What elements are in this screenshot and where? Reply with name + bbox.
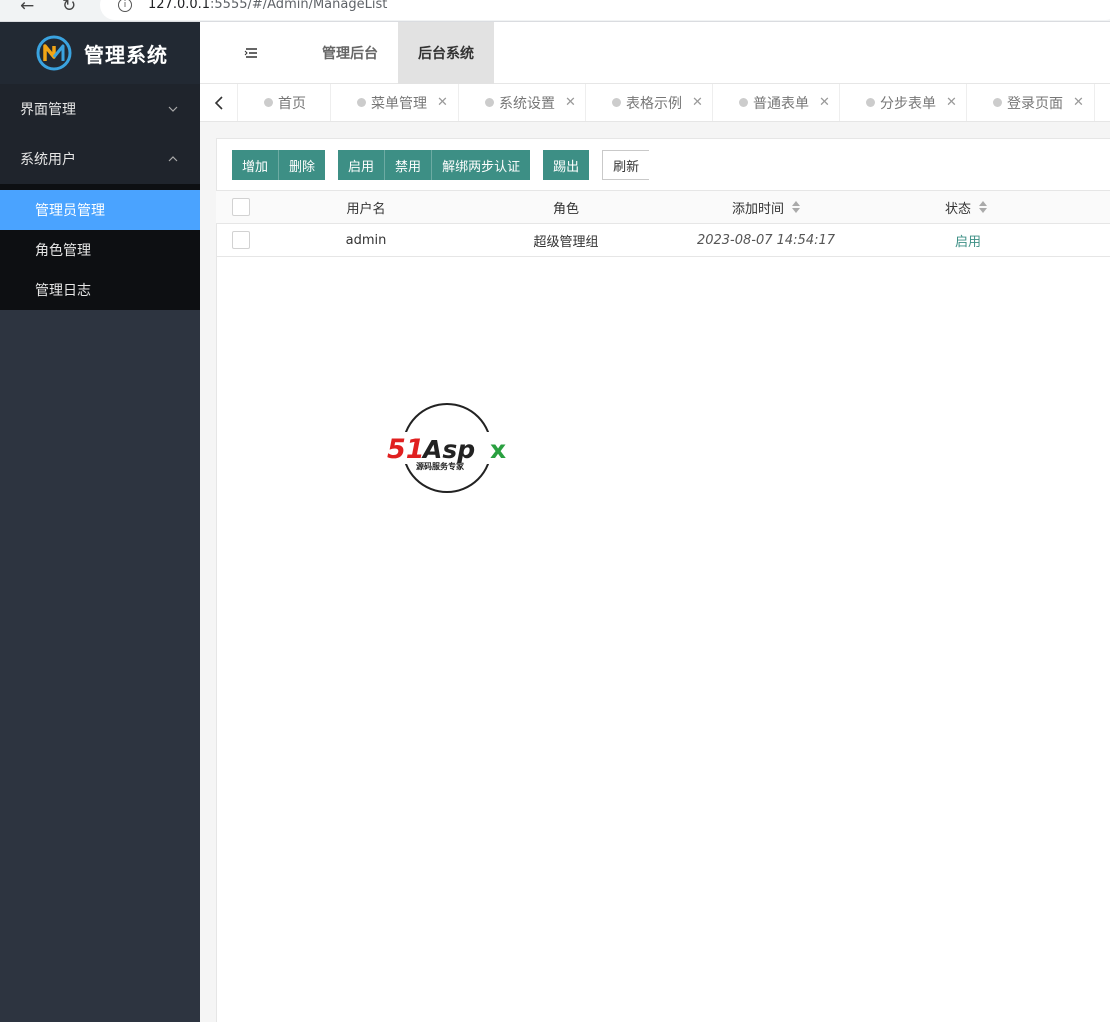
- tab-dot-icon: [612, 97, 621, 107]
- url-text[interactable]: 127.0.0.1:5555/#/Admin/ManageList: [148, 0, 387, 12]
- svg-text:x: x: [490, 435, 506, 464]
- kick-group: 踢出: [543, 150, 590, 180]
- content-card: [216, 138, 1110, 1022]
- cell-username: admin: [345, 232, 387, 248]
- sidebar-item-manage-log[interactable]: 管理日志: [0, 270, 200, 310]
- svg-text:51: 51: [387, 434, 425, 465]
- close-icon[interactable]: ✕: [692, 95, 703, 110]
- cell-added-time: 2023-08-07 14:54:17: [696, 232, 836, 248]
- column-header-status[interactable]: 状态: [866, 191, 1066, 223]
- tab-step-form[interactable]: 分步表单 ✕: [840, 84, 967, 121]
- tab-dot-icon: [357, 97, 366, 107]
- cell-status: 启用: [954, 234, 981, 250]
- sort-icon[interactable]: [792, 201, 800, 213]
- delete-button[interactable]: 删除: [279, 150, 326, 180]
- sort-icon[interactable]: [979, 201, 987, 213]
- tab-dot-icon: [739, 97, 748, 107]
- enable-button[interactable]: 启用: [338, 150, 386, 180]
- app-logo-icon: [36, 35, 72, 71]
- 51aspx-watermark-logo: 51 Asp x 源码服务专家: [386, 403, 512, 493]
- close-icon[interactable]: ✕: [819, 95, 830, 110]
- tab-dot-icon: [485, 97, 494, 107]
- sidebar-menu-label: 界面管理: [20, 102, 76, 118]
- column-header-label: 添加时间: [731, 201, 784, 217]
- select-all-cell: [216, 191, 266, 223]
- refresh-button[interactable]: 刷新: [602, 150, 650, 180]
- sidebar-menu-ui[interactable]: 界面管理: [0, 84, 200, 134]
- add-delete-group: 增加 删除: [232, 150, 326, 180]
- sidebar-submenu: 管理员管理 角色管理 管理日志: [0, 184, 200, 310]
- header-tab-admin[interactable]: 管理后台: [302, 22, 398, 84]
- svg-text:Asp: Asp: [421, 435, 475, 464]
- tab-dot-icon: [264, 97, 273, 107]
- tab-home[interactable]: 首页: [238, 84, 331, 121]
- logo-area: 管理系统: [0, 22, 200, 84]
- column-header-label: 状态: [944, 201, 971, 217]
- tab-normal-form[interactable]: 普通表单 ✕: [713, 84, 840, 121]
- header-tab-backend[interactable]: 后台系统: [398, 21, 494, 84]
- close-icon[interactable]: ✕: [946, 95, 957, 110]
- chevron-up-icon: [168, 156, 178, 162]
- tabs-scroll-left-icon[interactable]: [200, 84, 238, 121]
- table-header: 用户名 角色 添加时间 状态: [216, 190, 1110, 224]
- top-header: 管理后台 后台系统: [200, 21, 1110, 84]
- kick-button[interactable]: 踢出: [543, 150, 590, 180]
- back-arrow-icon[interactable]: ←: [20, 0, 34, 16]
- action-toolbar: 增加 删除 启用 禁用 解绑两步认证 踢出 刷新: [232, 150, 662, 180]
- tab-system-settings[interactable]: 系统设置 ✕: [459, 84, 586, 121]
- page-tabs: 首页 菜单管理 ✕ 系统设置 ✕ 表格示例 ✕ 普通表单 ✕ 分步表单 ✕ 登录…: [200, 84, 1110, 122]
- browser-toolbar: ← ↻ i 127.0.0.1:5555/#/Admin/ManageList: [0, 0, 1110, 22]
- select-all-checkbox[interactable]: [232, 198, 250, 216]
- column-header-username: 用户名: [346, 201, 386, 217]
- close-icon[interactable]: ✕: [437, 95, 448, 110]
- row-select-cell: [216, 224, 266, 256]
- sidebar-item-admin-manage[interactable]: 管理员管理: [0, 190, 200, 230]
- table-row[interactable]: admin 超级管理组 2023-08-07 14:54:17 启用: [216, 224, 1110, 257]
- refresh-group: 刷新: [602, 150, 650, 180]
- sidebar-item-role-manage[interactable]: 角色管理: [0, 230, 200, 270]
- sidebar: 管理系统 界面管理 系统用户 管理员管理 角色管理 管理日志: [0, 22, 200, 1022]
- sidebar-menu-label: 系统用户: [20, 152, 76, 168]
- column-header-role: 角色: [552, 201, 579, 217]
- cell-role: 超级管理组: [533, 234, 599, 250]
- watermark-tagline: 源码服务专家: [416, 461, 465, 471]
- admin-table: 用户名 角色 添加时间 状态 admin 超级管理组 2023-08-07 14…: [216, 190, 1110, 257]
- disable-button[interactable]: 禁用: [385, 150, 433, 180]
- row-checkbox[interactable]: [232, 231, 250, 249]
- sidebar-menu-users[interactable]: 系统用户: [0, 134, 200, 184]
- chevron-down-icon: [168, 106, 178, 112]
- reload-icon[interactable]: ↻: [62, 0, 76, 16]
- column-header-added-time[interactable]: 添加时间: [666, 191, 866, 223]
- tab-dot-icon: [993, 97, 1002, 107]
- app-title: 管理系统: [84, 42, 168, 67]
- tab-login-page[interactable]: 登录页面 ✕: [967, 84, 1095, 121]
- tab-menu-manage[interactable]: 菜单管理 ✕: [331, 84, 459, 121]
- tab-table-example[interactable]: 表格示例 ✕: [586, 84, 713, 121]
- close-icon[interactable]: ✕: [1073, 95, 1084, 110]
- collapse-menu-icon[interactable]: [200, 47, 302, 59]
- status-actions-group: 启用 禁用 解绑两步认证: [338, 150, 531, 180]
- close-icon[interactable]: ✕: [565, 95, 576, 110]
- tab-dot-icon: [866, 97, 875, 107]
- add-button[interactable]: 增加: [232, 150, 280, 180]
- unbind-2fa-button[interactable]: 解绑两步认证: [432, 150, 531, 180]
